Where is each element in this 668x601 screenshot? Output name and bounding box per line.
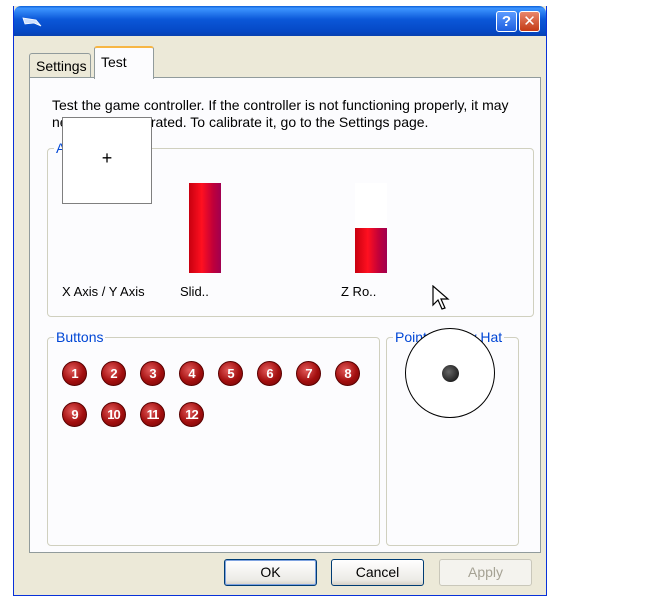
title-bar[interactable]: ? ✕ [14, 6, 546, 36]
controller-button-6: 6 [257, 361, 282, 386]
buttons-legend: Buttons [56, 329, 104, 345]
slider-axis-track [189, 183, 221, 273]
buttons-group: Buttons [47, 329, 380, 546]
xy-crosshair: + [101, 148, 113, 168]
controller-button-1: 1 [62, 361, 87, 386]
apply-button[interactable]: Apply [439, 559, 532, 586]
game-controller-icon [22, 17, 42, 27]
cancel-button[interactable]: Cancel [331, 559, 424, 586]
xy-axis-label: X Axis / Y Axis [62, 284, 145, 299]
controller-button-4: 4 [179, 361, 204, 386]
help-button[interactable]: ? [496, 11, 517, 32]
controller-button-9: 9 [62, 402, 87, 427]
controller-button-2: 2 [101, 361, 126, 386]
pov-hat-indicator [405, 328, 495, 418]
z-rotation-label: Z Ro.. [341, 284, 377, 299]
xy-axis-box: + [62, 117, 152, 204]
controller-button-11: 11 [140, 402, 165, 427]
controller-button-7: 7 [296, 361, 321, 386]
ok-button[interactable]: OK [224, 559, 317, 586]
controller-button-3: 3 [140, 361, 165, 386]
controller-button-5: 5 [218, 361, 243, 386]
mouse-pointer-icon [432, 285, 450, 310]
slider-axis-label: Slid.. [180, 284, 209, 299]
controller-button-12: 12 [179, 402, 204, 427]
controller-button-10: 10 [101, 402, 126, 427]
tab-settings[interactable]: Settings [29, 53, 91, 78]
z-rotation-track [355, 183, 387, 273]
close-button[interactable]: ✕ [519, 11, 540, 32]
game-controller-dialog: ? ✕ Settings Test Test the game controll… [13, 6, 547, 596]
controller-button-8: 8 [335, 361, 360, 386]
pov-hat-dot [442, 365, 459, 382]
z-rotation-bar [355, 228, 387, 273]
tab-test[interactable]: Test [94, 46, 154, 79]
slider-axis-bar [189, 183, 221, 273]
